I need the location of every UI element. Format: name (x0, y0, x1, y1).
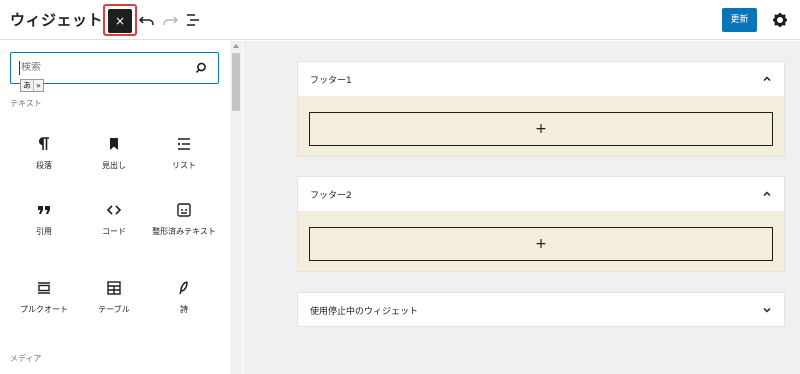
pullquote-icon (38, 282, 50, 294)
widget-area-footer-1: フッター1 + (297, 61, 785, 157)
gear-icon[interactable] (770, 10, 790, 30)
widget-area-title: 使用停止中のウィジェット (310, 307, 419, 317)
widget-area-body: + (298, 211, 784, 271)
block-verse[interactable]: 詩 (154, 278, 214, 315)
heading-bookmark-icon (110, 138, 118, 150)
block-label: 引用 (36, 227, 52, 236)
ime-expand-label: » (33, 80, 43, 91)
block-list[interactable]: リスト (154, 134, 214, 171)
code-icon (106, 205, 122, 215)
widget-area-header[interactable]: 使用停止中のウィジェット (298, 293, 784, 327)
scroll-up-arrow-icon[interactable] (233, 44, 239, 48)
search-icon[interactable] (194, 61, 208, 75)
preformatted-icon (177, 203, 191, 217)
header-bar: ウィジェット × 更新 (0, 0, 800, 40)
table-icon (107, 281, 121, 295)
add-block-button[interactable]: + (309, 227, 773, 261)
chevron-up-icon[interactable] (762, 74, 772, 84)
widget-area-title: フッター1 (310, 76, 352, 86)
undo-icon[interactable] (137, 10, 157, 30)
page-title: ウィジェット (10, 11, 104, 29)
block-label: リスト (172, 161, 196, 170)
widget-area-header[interactable]: フッター1 (298, 62, 784, 96)
widget-area-inactive: 使用停止中のウィジェット (297, 292, 785, 327)
widget-area-header[interactable]: フッター2 (298, 177, 784, 211)
chevron-up-icon[interactable] (762, 189, 772, 199)
block-table[interactable]: テーブル (84, 278, 144, 315)
list-view-icon[interactable] (183, 10, 203, 30)
block-label: 見出し (102, 161, 126, 170)
redo-icon[interactable] (160, 10, 180, 30)
widget-area-footer-2: フッター2 + (297, 176, 785, 272)
update-button[interactable]: 更新 (722, 8, 757, 32)
widget-area-title: フッター2 (310, 191, 352, 201)
widget-areas-canvas: フッター1 + フッター2 + 使用停止中のウィジェット (243, 41, 800, 374)
block-label: 段落 (36, 161, 52, 170)
block-code[interactable]: コード (84, 200, 144, 237)
block-pullquote[interactable]: プルクオート (14, 278, 74, 315)
search-input[interactable] (21, 62, 171, 73)
block-inserter-panel: あ » テキスト 段落 見出し リスト 引用 コード (0, 41, 242, 374)
block-paragraph[interactable]: 段落 (14, 134, 74, 171)
widget-area-body: + (298, 96, 784, 156)
paragraph-icon (39, 137, 49, 150)
quote-icon (38, 206, 50, 214)
block-quote[interactable]: 引用 (14, 200, 74, 237)
sidebar-scrollbar[interactable] (230, 41, 242, 374)
close-inserter-button[interactable]: × (108, 9, 132, 33)
block-label: プルクオート (20, 305, 68, 314)
ime-indicator: あ » (20, 79, 44, 92)
category-heading-text: テキスト (10, 99, 42, 108)
block-label: コード (102, 227, 126, 236)
scroll-thumb[interactable] (232, 53, 240, 111)
block-label: テーブル (98, 305, 130, 314)
verse-feather-icon (179, 281, 188, 295)
block-heading[interactable]: 見出し (84, 134, 144, 171)
category-heading-media: メディア (10, 354, 42, 363)
text-caret (19, 61, 20, 75)
ime-mode-label: あ (23, 81, 31, 90)
block-label: 整形済みテキスト (152, 227, 216, 236)
list-icon (178, 138, 190, 150)
block-label: 詩 (180, 305, 188, 314)
block-preformatted[interactable]: 整形済みテキスト (150, 200, 218, 237)
add-block-button[interactable]: + (309, 112, 773, 146)
chevron-down-icon[interactable] (762, 305, 772, 315)
